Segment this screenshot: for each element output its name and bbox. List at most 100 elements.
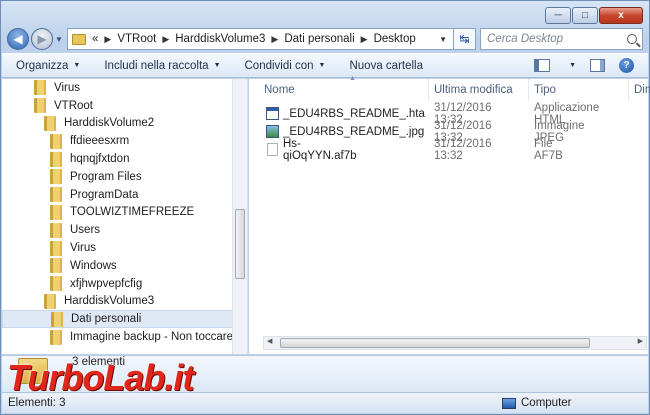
tree-item[interactable]: HarddiskVolume3 (2, 293, 247, 311)
address-bar[interactable]: « ▶ VTRoot ▶ HarddiskVolume3 ▶ Dati pers… (67, 28, 454, 50)
hta-file-icon (266, 107, 279, 120)
tree-item-label: Users (70, 224, 101, 237)
close-button[interactable]: x (599, 7, 643, 24)
computer-icon (502, 397, 516, 409)
file-date: 31/12/2016 13:32 (434, 137, 492, 162)
search-icon[interactable] (627, 34, 637, 44)
chevron-down-icon: ▼ (73, 62, 81, 69)
navigation-pane[interactable]: Virus VTRoot HarddiskVolume2 ffdieeesxrm hqn… (2, 79, 248, 354)
address-history-dropdown[interactable]: ▼ (433, 35, 453, 44)
forward-button[interactable]: ▶ (31, 28, 53, 50)
help-icon[interactable]: ? (619, 58, 634, 73)
caption-buttons: ─ □ x (545, 7, 643, 24)
folder-icon (50, 204, 62, 220)
organize-label: Organizza (16, 59, 69, 72)
chevron-right-icon[interactable]: ▶ (104, 34, 111, 45)
tree-item[interactable]: VTRoot (2, 97, 247, 115)
explorer-window: ─ □ x ◀ ▶ ▼ « ▶ VTRoot ▶ HarddiskVolume3… (0, 0, 650, 415)
change-view-icon[interactable] (534, 59, 551, 72)
tree-item[interactable]: Dati personali (2, 310, 247, 329)
maximize-button[interactable]: □ (572, 7, 598, 24)
scrollbar-thumb[interactable] (280, 338, 590, 348)
breadcrumb-vtroot[interactable]: VTRoot (117, 33, 156, 45)
search-input[interactable]: Cerca Desktop (480, 28, 643, 50)
tree-item[interactable]: Windows (2, 257, 247, 275)
tree-item-label: HarddiskVolume2 (64, 117, 155, 130)
scrollbar-thumb[interactable] (235, 209, 245, 279)
file-name: Hs-qiOqYYN.af7b (283, 137, 357, 162)
jpeg-file-icon (266, 125, 279, 138)
folder-icon (34, 98, 46, 114)
chevron-right-icon[interactable]: ▶ (361, 34, 368, 45)
folder-icon (50, 329, 62, 345)
tree-item-label: Virus (54, 81, 80, 94)
back-button[interactable]: ◀ (7, 28, 29, 50)
column-headers: ▲ Nome Ultima modifica Tipo Dim (249, 75, 650, 101)
watermark-logo: TurboLab.it (7, 357, 194, 398)
tree-item-label: xfjhwpvepfcfig (70, 277, 143, 290)
folder-icon (50, 276, 62, 292)
tree-item[interactable]: Immagine backup - Non toccare (2, 328, 247, 346)
organize-menu-button[interactable]: Organizza ▼ (16, 60, 80, 72)
sort-ascending-icon: ▲ (349, 75, 356, 82)
horizontal-scrollbar[interactable]: ◀ ▶ (263, 336, 647, 350)
refresh-button[interactable]: ↹ (454, 28, 476, 50)
breadcrumb-overflow[interactable]: « (92, 33, 98, 45)
breadcrumb-dati-personali[interactable]: Dati personali (284, 33, 354, 45)
tree-item-label: Dati personali (71, 313, 142, 326)
tree-item[interactable]: ProgramData (2, 186, 247, 204)
file-type: File AF7B (534, 137, 563, 162)
status-location-label: Computer (521, 397, 572, 409)
column-header-modified[interactable]: Ultima modifica (429, 79, 529, 101)
tree-item[interactable]: xfjhwpvepfcfig (2, 275, 247, 293)
minimize-button[interactable]: ─ (545, 7, 571, 24)
tree-item[interactable]: Users (2, 221, 247, 239)
tree-item-label: Virus (70, 242, 96, 255)
folder-icon (50, 187, 62, 203)
column-header-name[interactable]: ▲ Nome (259, 75, 429, 101)
tree-item[interactable]: TOOLWIZTIMEFREEZE (2, 204, 247, 222)
search-placeholder: Cerca Desktop (487, 33, 564, 45)
tree-item[interactable]: ffdieeesxrm (2, 132, 247, 150)
navigation-scrollbar[interactable] (232, 79, 247, 354)
new-folder-button[interactable]: Nuova cartella (349, 60, 423, 72)
column-label: Ultima modifica (434, 84, 513, 96)
tree-item-label: Windows (70, 259, 117, 272)
folder-icon (50, 222, 62, 238)
include-in-library-button[interactable]: Includi nella raccolta ▼ (104, 60, 220, 72)
share-with-button[interactable]: Condividi con ▼ (245, 60, 326, 72)
file-name: _EDU4RBS_README_.jpg (283, 125, 425, 138)
breadcrumb-desktop[interactable]: Desktop (374, 33, 416, 45)
file-list[interactable]: ▲ Nome Ultima modifica Tipo Dim _EDU4RBS… (249, 75, 650, 354)
folder-icon (44, 115, 56, 131)
tree-item[interactable]: Program Files (2, 168, 247, 186)
status-location: Computer (502, 397, 572, 409)
folder-tree: Virus VTRoot HarddiskVolume2 ffdieeesxrm hqn… (2, 79, 247, 346)
chevron-right-icon[interactable]: ▶ (162, 34, 169, 45)
view-options-dropdown[interactable]: ▼ (569, 62, 576, 69)
include-label: Includi nella raccolta (104, 59, 209, 72)
chevron-right-icon[interactable]: ▶ (271, 34, 278, 45)
tree-item-label: Immagine backup - Non toccare (70, 331, 233, 344)
tree-item-label: ffdieeesxrm (70, 135, 130, 148)
tree-item-label: TOOLWIZTIMEFREEZE (70, 206, 195, 219)
tree-item[interactable]: Virus (2, 239, 247, 257)
scroll-left-icon[interactable]: ◀ (267, 337, 272, 345)
column-header-type[interactable]: Tipo (529, 79, 629, 101)
recent-pages-dropdown[interactable]: ▼ (53, 35, 65, 44)
tree-item[interactable]: hqnqjfxtdon (2, 150, 247, 168)
new-folder-label: Nuova cartella (349, 59, 423, 72)
folder-icon (50, 133, 62, 149)
scroll-right-icon[interactable]: ▶ (638, 337, 643, 345)
folder-icon (72, 33, 86, 45)
tree-item[interactable]: Virus (2, 79, 247, 97)
breadcrumb-harddiskvolume3[interactable]: HarddiskVolume3 (175, 33, 265, 45)
folder-icon (50, 151, 62, 167)
generic-file-icon (267, 143, 278, 156)
command-bar: Organizza ▼ Includi nella raccolta ▼ Con… (2, 53, 648, 78)
preview-pane-icon[interactable] (590, 59, 605, 72)
column-label: Dim (634, 84, 650, 96)
column-header-size[interactable]: Dim (629, 79, 650, 101)
tree-item[interactable]: HarddiskVolume2 (2, 115, 247, 133)
column-label: Tipo (534, 84, 556, 96)
